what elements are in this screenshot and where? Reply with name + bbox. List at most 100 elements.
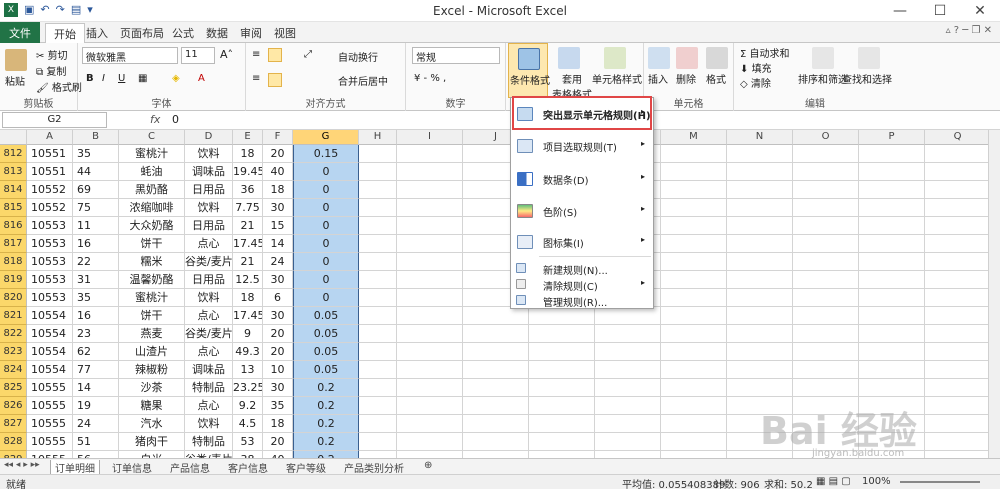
row-header[interactable]: 815: [0, 199, 27, 217]
cell-P[interactable]: [859, 145, 925, 163]
cell-A[interactable]: 10554: [27, 307, 73, 325]
cell-O[interactable]: [793, 379, 859, 397]
font-name-select[interactable]: 微软雅黑: [82, 47, 178, 64]
cell-G[interactable]: 0.2: [293, 397, 359, 415]
cell-A[interactable]: 10554: [27, 325, 73, 343]
column-header-F[interactable]: F: [263, 130, 293, 145]
cell-P[interactable]: [859, 235, 925, 253]
cell-J[interactable]: [463, 361, 529, 379]
column-header-E[interactable]: E: [233, 130, 263, 145]
cell-D[interactable]: 饮料: [185, 415, 233, 433]
cell-E[interactable]: 12.5: [233, 271, 263, 289]
copy-button[interactable]: ⧉ 复制: [36, 63, 66, 78]
cell-N[interactable]: [727, 379, 793, 397]
cell-F[interactable]: 30: [263, 199, 293, 217]
cell-E[interactable]: 19.45: [233, 163, 263, 181]
cell-D[interactable]: 特制品: [185, 433, 233, 451]
cell-A[interactable]: 10553: [27, 289, 73, 307]
font-size-select[interactable]: 11: [181, 47, 215, 64]
tab-file[interactable]: 文件: [0, 22, 40, 43]
cell-I[interactable]: [397, 397, 463, 415]
cell-E[interactable]: 23.25: [233, 379, 263, 397]
cell-Q[interactable]: [925, 271, 988, 289]
align-middle-icon[interactable]: [268, 48, 282, 62]
cell-H[interactable]: [359, 451, 397, 458]
cell-G[interactable]: 0.05: [293, 361, 359, 379]
cell-P[interactable]: [859, 181, 925, 199]
column-header-Q[interactable]: Q: [925, 130, 988, 145]
row-header[interactable]: 827: [0, 415, 27, 433]
cell-M[interactable]: [661, 343, 727, 361]
cell-I[interactable]: [397, 145, 463, 163]
cell-G[interactable]: 0.05: [293, 307, 359, 325]
cell-I[interactable]: [397, 289, 463, 307]
cell-C[interactable]: 燕麦: [119, 325, 185, 343]
cell-B[interactable]: 77: [73, 361, 119, 379]
cell-I[interactable]: [397, 361, 463, 379]
cell-H[interactable]: [359, 181, 397, 199]
cell-E[interactable]: 13: [233, 361, 263, 379]
cell-E[interactable]: 9: [233, 325, 263, 343]
cell-B[interactable]: 35: [73, 289, 119, 307]
cell-H[interactable]: [359, 217, 397, 235]
cell-styles-icon[interactable]: [604, 47, 626, 69]
cell-B[interactable]: 16: [73, 235, 119, 253]
cell-A[interactable]: 10552: [27, 181, 73, 199]
tab-formulas[interactable]: 公式: [166, 25, 200, 41]
cell-K[interactable]: [529, 397, 595, 415]
cell-E[interactable]: 17.45: [233, 235, 263, 253]
align-center-icon[interactable]: [268, 73, 282, 87]
clear-button[interactable]: ◇ 清除: [740, 75, 771, 90]
cell-A[interactable]: 10554: [27, 361, 73, 379]
cell-A[interactable]: 10554: [27, 343, 73, 361]
sheet-tab[interactable]: 订单信息: [108, 460, 156, 475]
cell-P[interactable]: [859, 271, 925, 289]
cell-H[interactable]: [359, 397, 397, 415]
cell-H[interactable]: [359, 379, 397, 397]
row-header[interactable]: 828: [0, 433, 27, 451]
cell-E[interactable]: 53: [233, 433, 263, 451]
view-buttons[interactable]: ▦ ▤ ▢: [816, 476, 851, 487]
cell-H[interactable]: [359, 433, 397, 451]
cell-O[interactable]: [793, 307, 859, 325]
cell-Q[interactable]: [925, 199, 988, 217]
cell-C[interactable]: 辣椒粉: [119, 361, 185, 379]
cell-F[interactable]: 40: [263, 451, 293, 458]
add-sheet-icon[interactable]: ⊕: [420, 460, 436, 471]
conditional-format-button[interactable]: 条件格式: [508, 43, 550, 98]
format-painter-button[interactable]: 🖌 格式刷: [36, 79, 82, 94]
cell-O[interactable]: [793, 271, 859, 289]
cell-N[interactable]: [727, 253, 793, 271]
cell-M[interactable]: [661, 361, 727, 379]
insert-cells-icon[interactable]: [648, 47, 670, 69]
cell-B[interactable]: 44: [73, 163, 119, 181]
cell-I[interactable]: [397, 343, 463, 361]
cell-M[interactable]: [661, 235, 727, 253]
cell-L[interactable]: [595, 361, 661, 379]
cell-I[interactable]: [397, 379, 463, 397]
insert-button[interactable]: 插入: [648, 71, 668, 86]
formula-input[interactable]: 0: [172, 113, 179, 126]
cell-M[interactable]: [661, 289, 727, 307]
cell-O[interactable]: [793, 163, 859, 181]
cell-I[interactable]: [397, 235, 463, 253]
cell-E[interactable]: 36: [233, 181, 263, 199]
menu-manage-rules[interactable]: 管理规则(R)...: [511, 294, 653, 309]
cell-O[interactable]: [793, 343, 859, 361]
cell-M[interactable]: [661, 271, 727, 289]
cell-B[interactable]: 69: [73, 181, 119, 199]
row-header[interactable]: 823: [0, 343, 27, 361]
cell-H[interactable]: [359, 253, 397, 271]
merge-center-button[interactable]: 合并后居中: [338, 73, 388, 88]
cell-M[interactable]: [661, 217, 727, 235]
font-color-icon[interactable]: A: [198, 73, 205, 84]
cell-H[interactable]: [359, 307, 397, 325]
grow-font-icon[interactable]: A˄: [220, 48, 233, 61]
cell-I[interactable]: [397, 181, 463, 199]
cell-D[interactable]: 点心: [185, 343, 233, 361]
row-header[interactable]: 822: [0, 325, 27, 343]
cell-styles-button[interactable]: 单元格样式: [592, 71, 642, 86]
cell-F[interactable]: 20: [263, 343, 293, 361]
cell-G[interactable]: 0.2: [293, 433, 359, 451]
cell-L[interactable]: [595, 379, 661, 397]
